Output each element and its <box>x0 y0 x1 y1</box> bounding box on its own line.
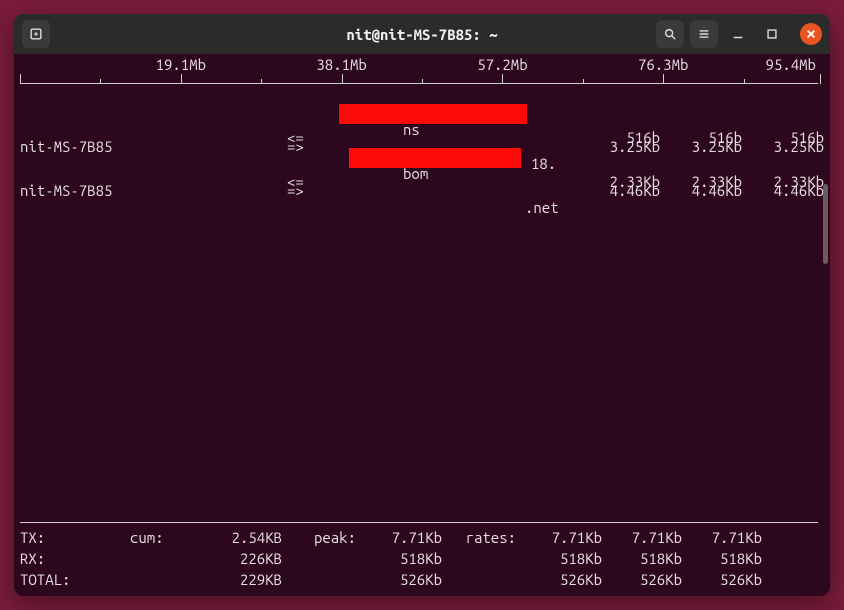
rate-2s: 2.33Kb <box>580 173 660 190</box>
scale-label: 95.4Mb <box>766 56 816 73</box>
rates-label: rates: <box>442 529 522 546</box>
rate-10s: 2.33Kb <box>662 173 742 190</box>
maximize-button[interactable] <box>758 20 786 48</box>
peak-label: peak: <box>282 529 362 546</box>
footer-divider <box>20 522 818 523</box>
source-host: nit-MS-7B85 <box>20 182 285 199</box>
terminal-window: nit@nit-MS-7B85: ~ <box>14 14 830 596</box>
total-peak: 526Kb <box>362 571 442 588</box>
rx-rate-10s: 518Kb <box>602 550 682 567</box>
scrollbar-thumb[interactable] <box>823 184 828 264</box>
scale-label: 38.1Mb <box>316 56 366 73</box>
rx-cum: 226KB <box>202 550 282 567</box>
total-rate-10s: 526Kb <box>602 571 682 588</box>
rate-40s: 2.33Kb <box>744 173 824 190</box>
rx-row: RX: 226KB 518Kb 518Kb 518Kb 518Kb <box>20 548 820 569</box>
cum-label: cum: <box>130 529 202 546</box>
rate-2s: 516b <box>580 129 660 146</box>
maximize-icon <box>765 27 779 41</box>
total-label: TOTAL: <box>20 571 130 588</box>
direction-arrow: <= <box>287 129 317 146</box>
terminal-content[interactable]: 19.1Mb 38.1Mb 57.2Mb 76.3Mb 95.4Mb nit-M… <box>14 54 830 596</box>
tx-cum: 2.54KB <box>202 529 282 546</box>
scale-label: 19.1Mb <box>156 56 206 73</box>
titlebar: nit@nit-MS-7B85: ~ <box>14 14 830 54</box>
new-tab-button[interactable] <box>22 20 50 48</box>
tx-rate-2s: 7.71Kb <box>522 529 602 546</box>
rx-label: RX: <box>20 550 130 567</box>
new-tab-icon <box>29 27 43 41</box>
summary-footer: TX: cum: 2.54KB peak: 7.71Kb rates: 7.71… <box>20 522 820 590</box>
total-row: TOTAL: 229KB 526Kb 526Kb 526Kb 526Kb <box>20 569 820 590</box>
total-cum: 229KB <box>202 571 282 588</box>
total-rate-2s: 526Kb <box>522 571 602 588</box>
rx-rate-40s: 518Kb <box>682 550 762 567</box>
scale-label: 57.2Mb <box>477 56 527 73</box>
rx-peak: 518Kb <box>362 550 442 567</box>
rate-10s: 516b <box>662 129 742 146</box>
minimize-icon <box>731 27 745 41</box>
connections-list: nit-MS-7B85 => ns 18. 3.25Kb 3.25Kb 3.25… <box>20 104 824 192</box>
total-rate-40s: 526Kb <box>682 571 762 588</box>
redaction-box <box>339 104 527 124</box>
close-button[interactable] <box>800 23 822 45</box>
rx-rate-2s: 518Kb <box>522 550 602 567</box>
rate-40s: 516b <box>744 129 824 146</box>
scrollbar[interactable] <box>823 64 828 506</box>
tx-row: TX: cum: 2.54KB peak: 7.71Kb rates: 7.71… <box>20 527 820 548</box>
search-icon <box>663 27 677 41</box>
search-button[interactable] <box>656 20 684 48</box>
hamburger-icon <box>697 27 711 41</box>
direction-arrow: <= <box>287 173 317 190</box>
source-host: nit-MS-7B85 <box>20 138 285 155</box>
scale-label: 76.3Mb <box>638 56 688 73</box>
close-icon <box>806 29 816 39</box>
minimize-button[interactable] <box>724 20 752 48</box>
bandwidth-scale: 19.1Mb 38.1Mb 57.2Mb 76.3Mb 95.4Mb <box>20 58 824 90</box>
menu-button[interactable] <box>690 20 718 48</box>
tx-rate-40s: 7.71Kb <box>682 529 762 546</box>
redaction-box <box>349 148 521 168</box>
connection-row: nit-MS-7B85 => ns 18. 3.25Kb 3.25Kb 3.25… <box>20 104 824 126</box>
destination-host: bom .net <box>319 148 578 233</box>
tx-label: TX: <box>20 529 130 546</box>
tx-rate-10s: 7.71Kb <box>602 529 682 546</box>
tx-peak: 7.71Kb <box>362 529 442 546</box>
